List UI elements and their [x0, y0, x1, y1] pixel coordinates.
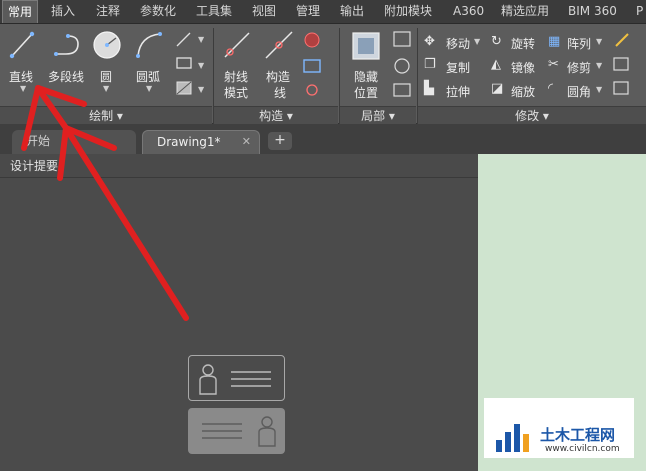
watermark-logo-icon [496, 424, 529, 452]
watermark-title: 土木工程网 [540, 426, 616, 444]
watermark-url: www.civilcn.com [545, 444, 620, 454]
